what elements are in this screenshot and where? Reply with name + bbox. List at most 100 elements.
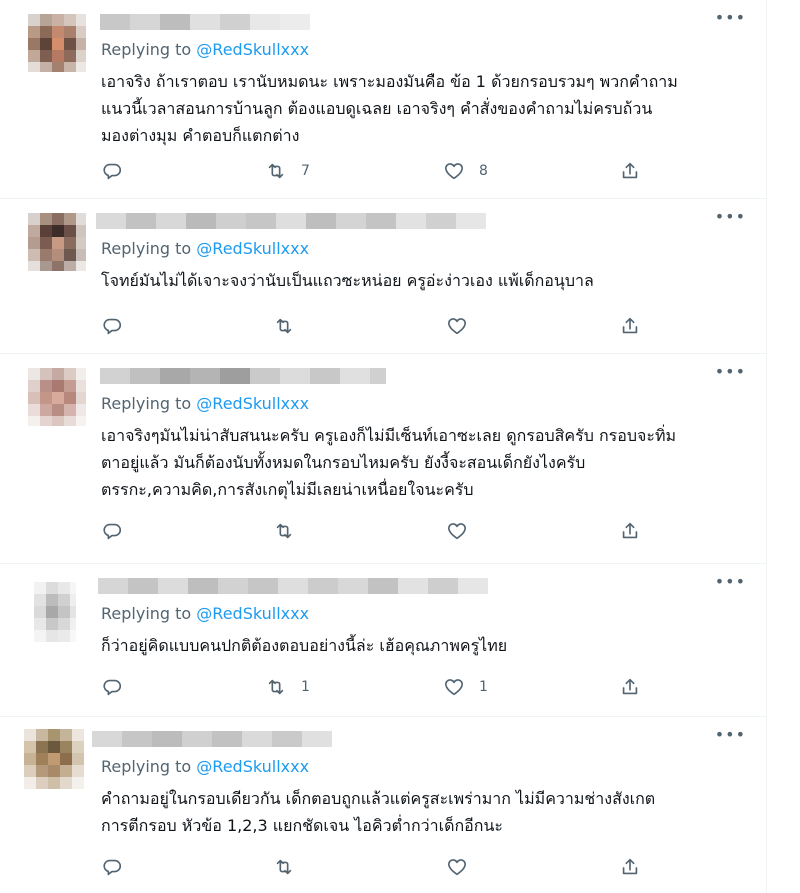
reply-icon xyxy=(103,679,121,696)
share-button[interactable] xyxy=(619,159,641,183)
avatar[interactable] xyxy=(28,213,86,271)
share-icon xyxy=(622,317,638,334)
avatar[interactable] xyxy=(28,14,86,72)
like-icon xyxy=(447,318,467,335)
tweet-text-line: คำถามอยู่ในกรอบเดียวกัน เด็กตอบถูกแล้วแต… xyxy=(101,789,656,808)
replying-to: Replying to @RedSkullxxx xyxy=(101,239,309,258)
tweet-text: โจทย์มันไม่ได้เจาะจงว่านับเป็นแถวซะหน่อย… xyxy=(101,267,761,294)
more-icon: ••• xyxy=(714,207,746,226)
replying-to-label: Replying to xyxy=(101,40,197,59)
reply-tweet[interactable]: ••• Replying to @RedSkullxxx เอาจริง ถ้า… xyxy=(0,0,766,199)
replying-to-handle[interactable]: @RedSkullxxx xyxy=(196,239,309,258)
more-icon: ••• xyxy=(714,8,746,27)
tweet-actions xyxy=(101,314,661,338)
tweet-text-line: เอาจริงๆมันไม่น่าสับสนนะครับ ครูเองก็ไม่… xyxy=(101,426,677,445)
retweet-count: 1 xyxy=(301,679,310,695)
replying-to: Replying to @RedSkullxxx xyxy=(101,757,309,776)
tweet-actions: 1 1 xyxy=(101,675,661,699)
share-button[interactable] xyxy=(619,519,641,543)
reply-button[interactable] xyxy=(101,855,123,879)
reply-button[interactable] xyxy=(101,519,123,543)
retweet-button[interactable] xyxy=(273,314,309,338)
tweet-text-line: มองต่างมุม คำตอบก็แตกต่าง xyxy=(101,126,300,145)
replying-to-label: Replying to xyxy=(101,604,197,623)
like-button[interactable]: 8 xyxy=(443,159,488,183)
reply-tweet[interactable]: ••• Replying to @RedSkullxxx เอาจริงๆมัน… xyxy=(0,354,766,564)
replying-to: Replying to @RedSkullxxx xyxy=(101,604,309,623)
replies-feed: ••• Replying to @RedSkullxxx เอาจริง ถ้า… xyxy=(0,0,767,893)
tweet-text-line: โจทย์มันไม่ได้เจาะจงว่านับเป็นแถวซะหน่อย… xyxy=(101,271,594,290)
reply-button[interactable] xyxy=(101,675,123,699)
like-button[interactable] xyxy=(446,519,482,543)
retweet-button[interactable]: 7 xyxy=(265,159,310,183)
like-button[interactable]: 1 xyxy=(443,675,488,699)
tweet-actions xyxy=(101,855,661,879)
replying-to-label: Replying to xyxy=(101,757,197,776)
retweet-button[interactable] xyxy=(273,855,309,879)
replying-to-handle[interactable]: @RedSkullxxx xyxy=(196,604,309,623)
retweet-icon xyxy=(268,163,284,179)
replying-to: Replying to @RedSkullxxx xyxy=(101,394,309,413)
retweet-icon xyxy=(268,679,284,695)
tweet-text: ก็ว่าอยู่คิดแบบคนปกติต้องตอบอย่างนี้ล่ะ … xyxy=(101,632,761,659)
more-options-button[interactable]: ••• xyxy=(715,207,746,226)
reply-button[interactable] xyxy=(101,159,123,183)
replying-to-label: Replying to xyxy=(101,239,197,258)
retweet-button[interactable] xyxy=(273,519,309,543)
tweet-text-line: การตีกรอบ หัวข้อ 1,2,3 แยกชัดเจน ไอคิวต่… xyxy=(101,816,503,835)
replying-to-handle[interactable]: @RedSkullxxx xyxy=(196,757,309,776)
like-button[interactable] xyxy=(446,314,482,338)
more-icon: ••• xyxy=(714,572,746,591)
tweet-text: เอาจริงๆมันไม่น่าสับสนนะครับ ครูเองก็ไม่… xyxy=(101,422,761,503)
share-icon xyxy=(622,522,638,539)
retweet-icon xyxy=(276,318,292,334)
tweet-text-line: ตรรกะ,ความคิด,การสังเกตุไม่มีเลยน่าเหนื่… xyxy=(101,480,474,499)
replying-to-handle[interactable]: @RedSkullxxx xyxy=(196,394,309,413)
tweet-text: เอาจริง ถ้าเราตอบ เรานับหมดนะ เพราะมองมั… xyxy=(101,68,761,149)
reply-tweet[interactable]: ••• Replying to @RedSkullxxx คำถามอยู่ใน… xyxy=(0,717,766,893)
tweet-text: คำถามอยู่ในกรอบเดียวกัน เด็กตอบถูกแล้วแต… xyxy=(101,785,761,839)
retweet-icon xyxy=(276,523,292,539)
reply-icon xyxy=(103,859,121,876)
tweet-text-line: ก็ว่าอยู่คิดแบบคนปกติต้องตอบอย่างนี้ล่ะ … xyxy=(101,636,508,655)
reply-icon xyxy=(103,318,121,335)
tweet-actions: 7 8 xyxy=(101,159,661,183)
like-count: 8 xyxy=(479,163,488,179)
like-icon xyxy=(447,523,467,540)
replying-to-label: Replying to xyxy=(101,394,197,413)
reply-tweet[interactable]: ••• Replying to @RedSkullxxx ก็ว่าอยู่คิ… xyxy=(0,564,766,717)
tweet-text-line: แนวนี้เวลาสอนการบ้านลูก ต้องแอบดูเฉลย เอ… xyxy=(101,99,653,118)
avatar[interactable] xyxy=(28,368,86,426)
reply-tweet[interactable]: ••• Replying to @RedSkullxxx โจทย์มันไม่… xyxy=(0,199,766,354)
share-icon xyxy=(622,678,638,695)
replying-to: Replying to @RedSkullxxx xyxy=(101,40,309,59)
avatar[interactable] xyxy=(24,729,84,789)
reply-icon xyxy=(103,163,121,180)
like-icon xyxy=(444,163,464,180)
more-icon: ••• xyxy=(714,362,746,381)
more-icon: ••• xyxy=(714,725,746,744)
retweet-icon xyxy=(276,859,292,875)
more-options-button[interactable]: ••• xyxy=(715,8,746,27)
reply-icon xyxy=(103,523,121,540)
like-icon xyxy=(447,859,467,876)
reply-button[interactable] xyxy=(101,314,123,338)
share-button[interactable] xyxy=(619,675,641,699)
tweet-actions xyxy=(101,519,661,543)
share-button[interactable] xyxy=(619,855,641,879)
replying-to-handle[interactable]: @RedSkullxxx xyxy=(196,40,309,59)
more-options-button[interactable]: ••• xyxy=(715,725,746,744)
like-button[interactable] xyxy=(446,855,482,879)
share-icon xyxy=(622,858,638,875)
avatar[interactable] xyxy=(34,582,76,642)
tweet-text-line: เอาจริง ถ้าเราตอบ เรานับหมดนะ เพราะมองมั… xyxy=(101,72,678,91)
retweet-button[interactable]: 1 xyxy=(265,675,310,699)
like-icon xyxy=(444,679,464,696)
like-count: 1 xyxy=(479,679,488,695)
tweet-text-line: ตาอยู่แล้ว มันก็ต้องนับทั้งหมดในกรอบไหมค… xyxy=(101,453,586,472)
retweet-count: 7 xyxy=(301,163,310,179)
share-icon xyxy=(622,162,638,179)
share-button[interactable] xyxy=(619,314,641,338)
more-options-button[interactable]: ••• xyxy=(715,362,746,381)
more-options-button[interactable]: ••• xyxy=(715,572,746,591)
